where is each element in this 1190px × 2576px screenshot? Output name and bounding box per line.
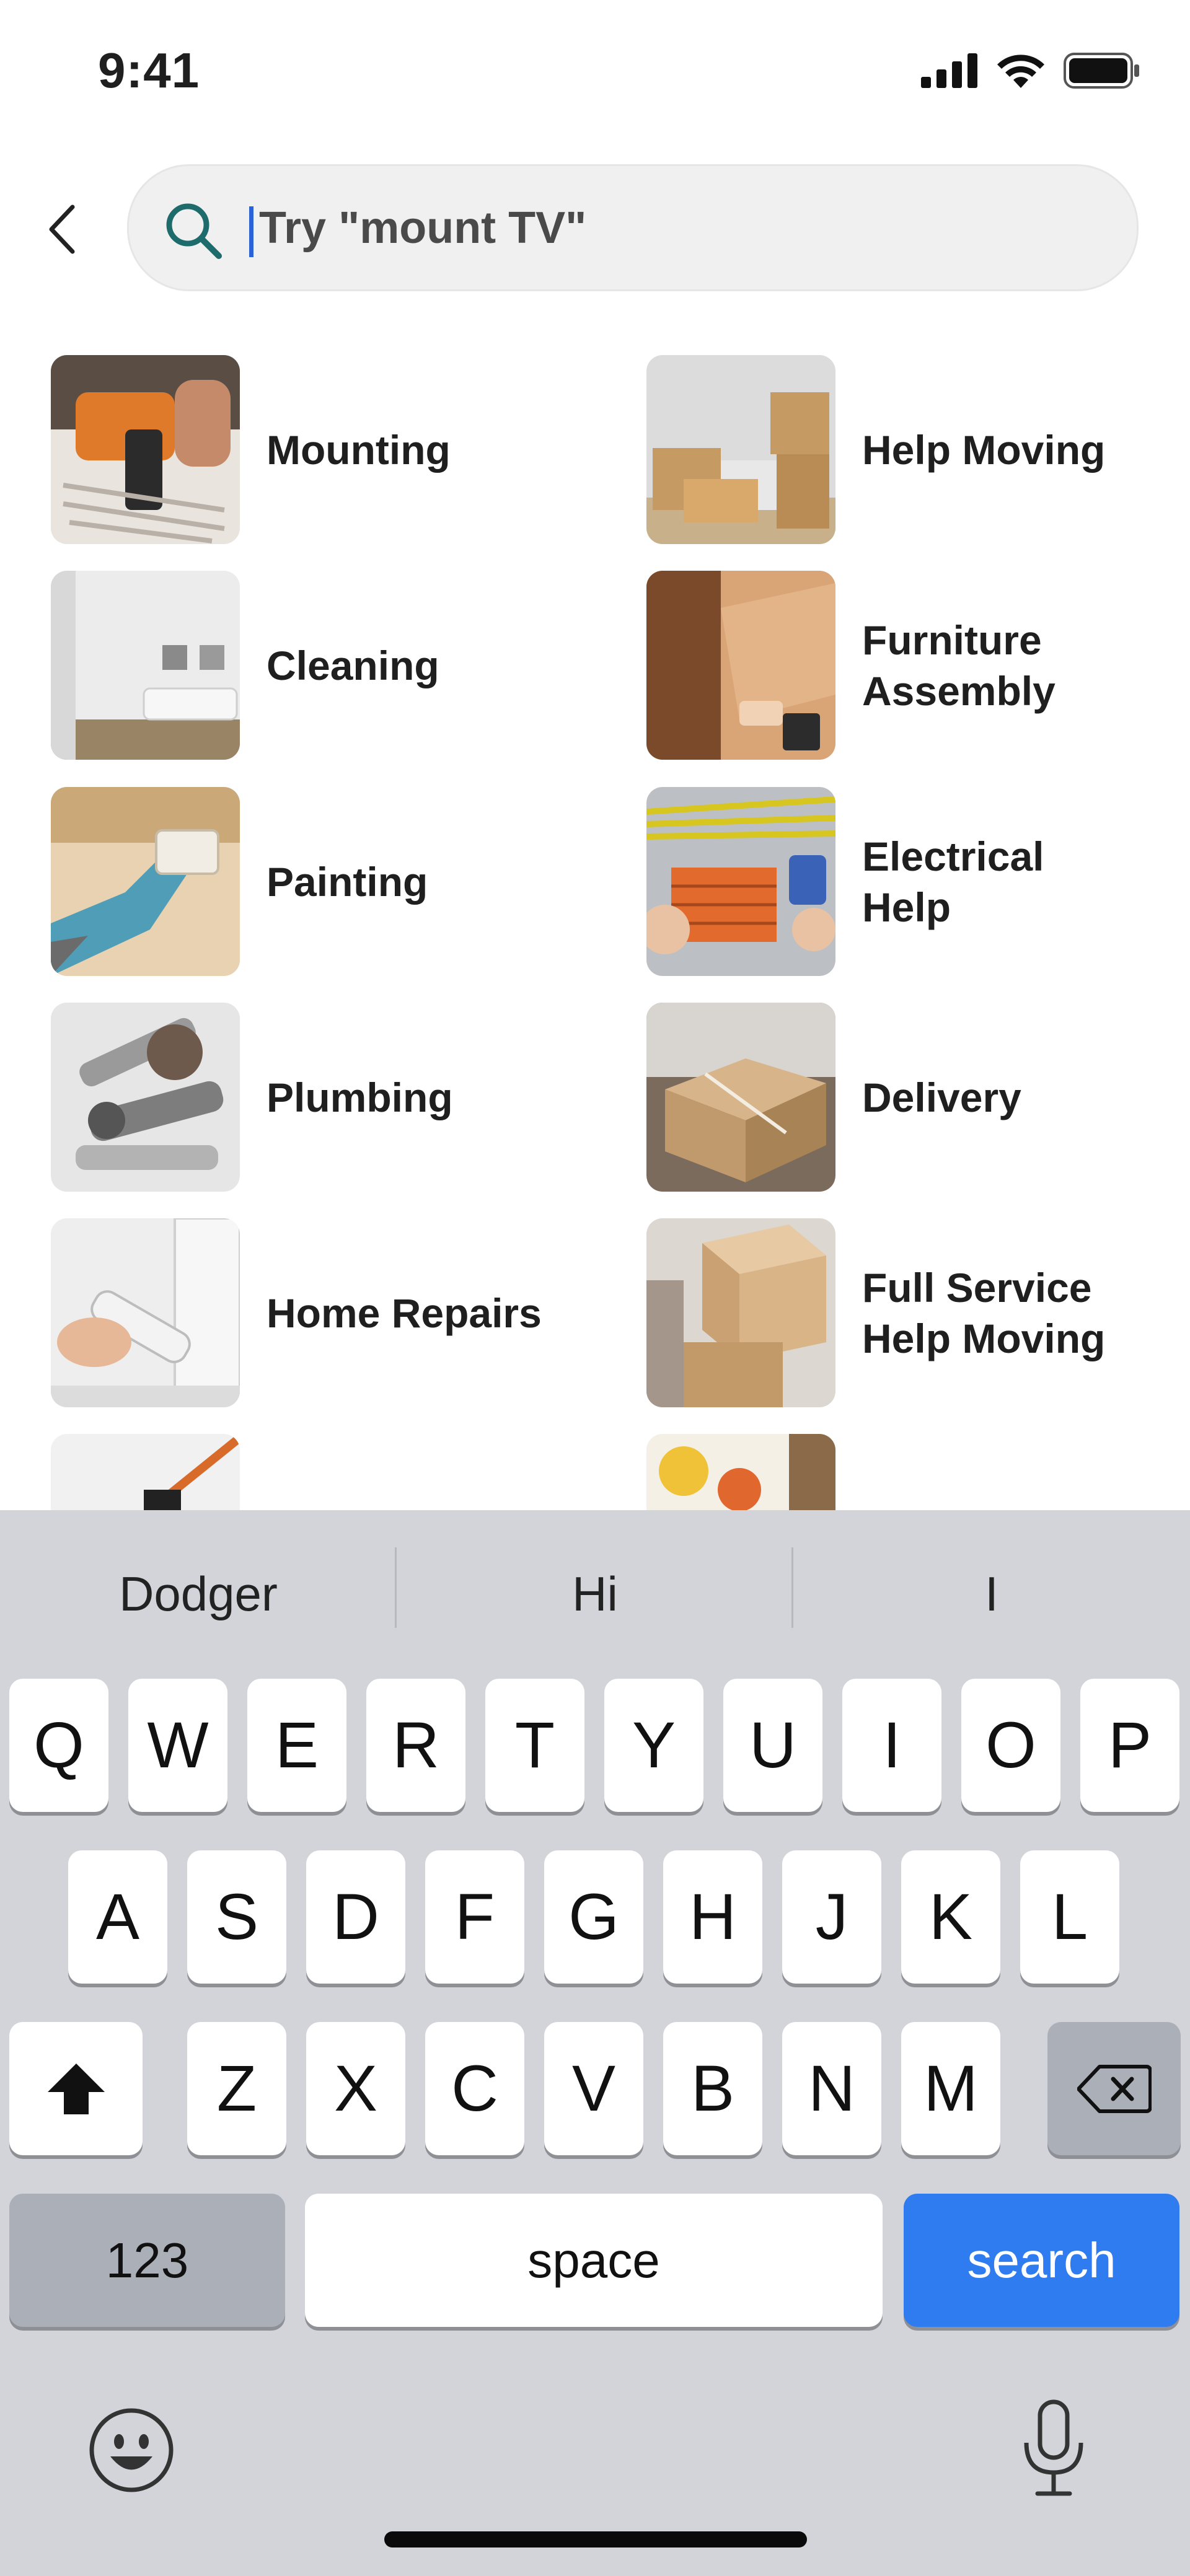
category-electrical-help[interactable]: Electrical Help	[646, 787, 1044, 976]
key-t[interactable]: T	[485, 1679, 584, 1812]
plumbing-image	[51, 1003, 240, 1192]
wifi-icon	[997, 55, 1044, 88]
key-s[interactable]: S	[187, 1850, 286, 1984]
category-partial-right-image	[646, 1434, 835, 1510]
key-z[interactable]: Z	[187, 2022, 286, 2155]
backspace-icon	[1077, 2064, 1152, 2113]
category-delivery[interactable]: Delivery	[646, 1003, 1021, 1192]
category-label: Furniture Assembly	[862, 617, 1056, 714]
emoji-icon	[89, 2408, 174, 2492]
key-w[interactable]: W	[128, 1679, 227, 1812]
painting-image	[51, 787, 240, 976]
search-key[interactable]: search	[904, 2194, 1179, 2327]
back-button[interactable]	[37, 198, 87, 260]
key-b[interactable]: B	[663, 2022, 762, 2155]
home-indicator	[384, 2531, 807, 2547]
key-m[interactable]: M	[901, 2022, 1000, 2155]
emoji-button[interactable]	[87, 2406, 177, 2495]
category-label: Cleaning	[267, 642, 439, 688]
key-r[interactable]: R	[366, 1679, 465, 1812]
microphone-icon	[1024, 2399, 1083, 2496]
dictation-button[interactable]	[1016, 2399, 1091, 2499]
category-label: Home Repairs	[267, 1290, 542, 1336]
status-icons	[921, 53, 1140, 89]
search-bar[interactable]	[127, 164, 1139, 291]
furniture-assembly-image	[646, 571, 835, 760]
category-cleaning[interactable]: Cleaning	[51, 571, 439, 760]
category-furniture-assembly[interactable]: Furniture Assembly	[646, 571, 1056, 760]
key-y[interactable]: Y	[604, 1679, 703, 1812]
delete-key[interactable]	[1047, 2022, 1181, 2155]
signal-icon	[921, 53, 977, 88]
key-n[interactable]: N	[782, 2022, 881, 2155]
key-e[interactable]: E	[247, 1679, 346, 1812]
category-label: Mounting	[267, 426, 451, 473]
suggestion-2[interactable]: Hi	[397, 1557, 793, 1631]
key-x[interactable]: X	[306, 2022, 405, 2155]
chevron-left-icon	[49, 204, 75, 254]
home-repairs-image	[51, 1218, 240, 1407]
category-label: Full Service Help Moving	[862, 1264, 1106, 1361]
key-p[interactable]: P	[1080, 1679, 1179, 1812]
suggestion-1[interactable]: Dodger	[0, 1557, 397, 1631]
key-h[interactable]: H	[663, 1850, 762, 1984]
category-full-service-help-moving[interactable]: Full Service Help Moving	[646, 1218, 1105, 1407]
category-label: Painting	[267, 858, 428, 905]
key-l[interactable]: L	[1020, 1850, 1119, 1984]
category-home-repairs[interactable]: Home Repairs	[51, 1218, 542, 1407]
key-v[interactable]: V	[544, 2022, 643, 2155]
shift-key[interactable]	[9, 2022, 143, 2155]
key-f[interactable]: F	[425, 1850, 524, 1984]
key-j[interactable]: J	[782, 1850, 881, 1984]
full-service-help-moving-image	[646, 1218, 835, 1407]
help-moving-image	[646, 355, 835, 544]
key-i[interactable]: I	[842, 1679, 941, 1812]
key-g[interactable]: G	[544, 1850, 643, 1984]
key-o[interactable]: O	[961, 1679, 1060, 1812]
category-label: Delivery	[862, 1074, 1021, 1120]
status-time: 9:41	[98, 43, 200, 98]
category-plumbing[interactable]: Plumbing	[51, 1003, 453, 1192]
key-d[interactable]: D	[306, 1850, 405, 1984]
search-input[interactable]	[259, 191, 1096, 265]
cleaning-image	[51, 571, 240, 760]
key-c[interactable]: C	[425, 2022, 524, 2155]
category-partial-left-image	[51, 1434, 240, 1510]
numbers-key[interactable]: 123	[9, 2194, 285, 2327]
key-k[interactable]: K	[901, 1850, 1000, 1984]
delivery-image	[646, 1003, 835, 1192]
category-label: Plumbing	[267, 1074, 453, 1120]
search-icon	[166, 203, 222, 259]
key-u[interactable]: U	[723, 1679, 822, 1812]
electrical-help-image	[646, 787, 835, 976]
keyboard: Dodger Hi I Q W E R T Y U I O P A S D F …	[0, 1510, 1190, 2576]
key-a[interactable]: A	[68, 1850, 167, 1984]
category-mounting[interactable]: Mounting	[51, 355, 451, 544]
shift-arrow-icon	[47, 2063, 105, 2114]
battery-icon	[1064, 53, 1139, 89]
text-cursor	[249, 206, 253, 257]
category-painting[interactable]: Painting	[51, 787, 428, 976]
category-label: Help Moving	[862, 426, 1106, 473]
mounting-image	[51, 355, 240, 544]
space-key[interactable]: space	[305, 2194, 883, 2327]
key-q[interactable]: Q	[9, 1679, 108, 1812]
category-label: Electrical Help	[862, 833, 1044, 930]
category-help-moving[interactable]: Help Moving	[646, 355, 1105, 544]
suggestion-3[interactable]: I	[793, 1557, 1190, 1631]
